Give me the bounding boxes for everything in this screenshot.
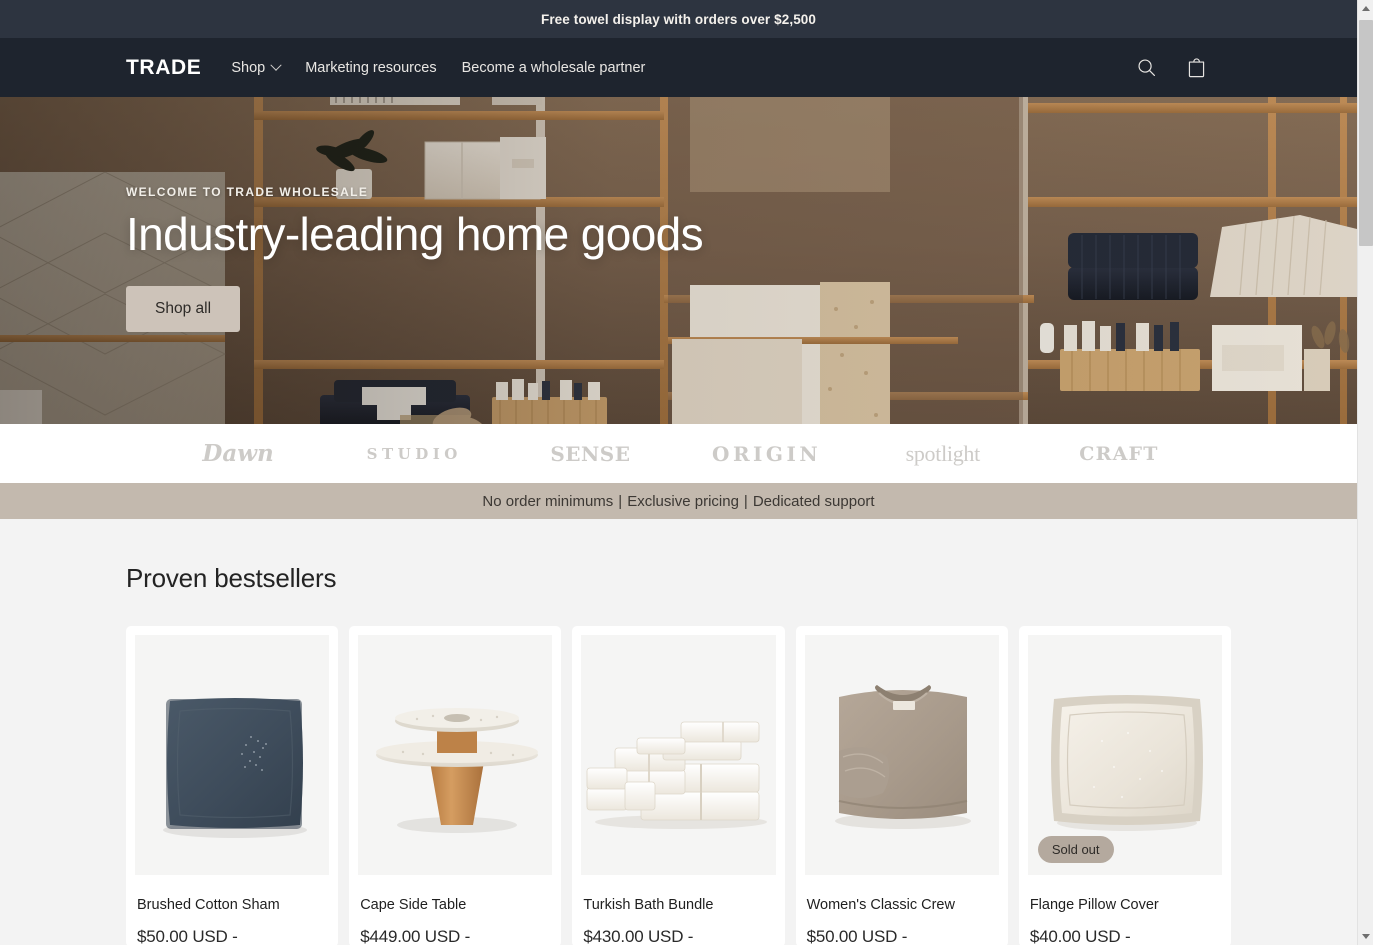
product-image-container: Sold out [1027, 635, 1223, 875]
scrollbar-up-button[interactable] [1358, 0, 1373, 17]
triangle-down-icon [1362, 934, 1370, 939]
main-navigation: Shop Marketing resources Become a wholes… [231, 59, 646, 76]
product-image-container [135, 635, 330, 875]
towel-stack-white-image [586, 721, 767, 829]
product-info: Brushed Cotton Sham $50.00 USD - [135, 875, 329, 945]
hero-title: Industry-leading home goods [126, 208, 704, 260]
product-card[interactable]: Sold out Flange Pillow Cover $40.00 USD … [1018, 626, 1232, 945]
product-title: Cape Side Table [360, 897, 467, 913]
product-grid: Brushed Cotton Sham $50.00 USD - Cape Si… [0, 594, 1357, 945]
nav-item-wholesale-partner[interactable]: Become a wholesale partner [462, 60, 646, 76]
hero-content: WELCOME TO TRADE WHOLESALE Industry-lead… [126, 185, 704, 333]
shop-all-button[interactable]: Shop all [126, 286, 241, 333]
product-title: Turkish Bath Bundle [583, 897, 714, 913]
benefit-exclusive-pricing: Exclusive pricing [627, 492, 739, 510]
brand-logo-dawn: Dawn [202, 440, 274, 467]
chevron-down-icon [270, 59, 282, 71]
product-price: $430.00 USD - [583, 927, 694, 945]
brand-logo-origin: ORIGIN [712, 441, 822, 466]
product-card[interactable]: Cape Side Table $449.00 USD - [349, 626, 562, 945]
product-title: Women's Classic Crew [806, 897, 955, 913]
side-table-wood-image [375, 707, 538, 833]
page-content: Free towel display with orders over $2,5… [0, 0, 1357, 945]
product-card[interactable]: Brushed Cotton Sham $50.00 USD - [126, 626, 339, 945]
scrollbar-down-button[interactable] [1358, 928, 1373, 945]
search-button[interactable] [1131, 53, 1161, 83]
site-logo[interactable]: TRADE [126, 57, 201, 78]
product-info: Turkish Bath Bundle $430.00 USD - [581, 875, 775, 945]
folded-sweatshirt-taupe-image [835, 684, 972, 829]
product-price: $40.00 USD - [1029, 927, 1131, 945]
brand-logo-sense: SENSE [550, 441, 631, 466]
header-actions [1131, 53, 1333, 83]
brand-logo-studio: STUDIO [366, 444, 462, 463]
nav-item-shop[interactable]: Shop [231, 59, 282, 76]
scrollbar-thumb[interactable] [1359, 20, 1373, 246]
pillow-flange-cream-image [1051, 695, 1204, 831]
benefits-bar: No order minimums | Exclusive pricing | … [0, 483, 1357, 519]
product-price: $50.00 USD - [806, 927, 908, 945]
announcement-text: Free towel display with orders over $2,5… [540, 11, 817, 27]
product-info: Cape Side Table $449.00 USD - [358, 875, 552, 945]
pillow-sham-navy-image [162, 698, 307, 838]
hero-eyebrow: WELCOME TO TRADE WHOLESALE [126, 185, 369, 199]
nav-label-marketing-resources: Marketing resources [305, 59, 437, 76]
browser-viewport: Free towel display with orders over $2,5… [0, 0, 1373, 945]
benefit-separator-1: | [618, 492, 623, 510]
product-title: Flange Pillow Cover [1029, 897, 1159, 913]
announcement-bar: Free towel display with orders over $2,5… [0, 0, 1357, 38]
nav-label-wholesale-partner: Become a wholesale partner [461, 59, 646, 76]
benefit-no-order-minimums: No order minimums [482, 492, 614, 510]
cart-button[interactable] [1181, 53, 1211, 83]
section-title-bestsellers: Proven bestsellers [126, 563, 337, 593]
brand-logo-spotlight: spotlight [905, 440, 981, 466]
product-card[interactable]: Women's Classic Crew $50.00 USD - [795, 626, 1008, 945]
product-title: Brushed Cotton Sham [137, 897, 280, 913]
benefit-separator-2: | [743, 492, 748, 510]
product-image-container [581, 635, 776, 875]
cart-icon [1188, 57, 1204, 77]
brand-logo-strip: Dawn STUDIO SENSE ORIGIN spotlight CRAFT [0, 424, 1357, 483]
site-header: TRADE Shop Marketing resources Become a … [0, 38, 1357, 97]
product-info: Flange Pillow Cover $40.00 USD - [1028, 875, 1222, 945]
product-info: Women's Classic Crew $50.00 USD - [805, 875, 999, 945]
status-badge-sold-out: Sold out [1037, 836, 1114, 863]
search-icon [1137, 59, 1155, 77]
triangle-up-icon [1362, 6, 1370, 11]
benefit-dedicated-support: Dedicated support [752, 492, 875, 510]
main-content: Proven bestsellers Brushed Cotton Sham $… [0, 519, 1357, 945]
hero-banner: WELCOME TO TRADE WHOLESALE Industry-lead… [0, 97, 1357, 424]
product-card[interactable]: Turkish Bath Bundle $430.00 USD - [572, 626, 785, 945]
product-price: $50.00 USD - [137, 927, 238, 945]
product-price: $449.00 USD - [360, 927, 471, 945]
product-image-container [358, 635, 553, 875]
brand-logo-craft: CRAFT [1079, 442, 1159, 465]
product-image-container [804, 635, 999, 875]
nav-item-marketing-resources[interactable]: Marketing resources [305, 60, 436, 76]
vertical-scrollbar[interactable] [1357, 0, 1373, 945]
nav-label-shop: Shop [231, 59, 266, 76]
